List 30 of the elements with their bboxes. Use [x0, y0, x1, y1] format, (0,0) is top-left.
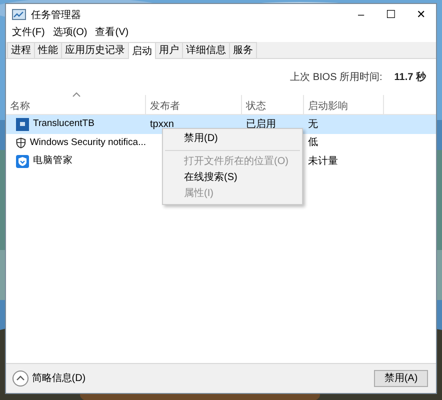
close-button[interactable]: ✕ — [406, 4, 436, 26]
bios-time-label: 上次 BIOS 所用时间: — [290, 70, 382, 85]
tab[interactable]: 进程 — [7, 42, 35, 58]
shield-icon — [16, 136, 26, 150]
table-cell: 电脑管家 — [33, 154, 73, 168]
app-icon — [12, 9, 26, 21]
menu-item[interactable]: 在线搜索(S) — [163, 170, 302, 186]
disable-button[interactable]: 禁用(A) — [374, 370, 428, 387]
table-cell: 低 — [308, 137, 318, 148]
collapse-icon[interactable] — [12, 370, 29, 387]
menu-item[interactable]: 查看(V) — [91, 26, 133, 40]
table-cell: 未计量 — [308, 156, 338, 167]
menu-item[interactable]: 选项(O) — [48, 26, 92, 40]
tab[interactable]: 服务 — [229, 42, 257, 58]
shield-icon — [16, 154, 29, 168]
table-cell: tpxxn — [150, 118, 174, 130]
table-cell: TranslucentTB — [33, 117, 94, 132]
app-icon — [16, 118, 29, 131]
window-title: 任务管理器 — [31, 8, 81, 22]
table-cell: 无 — [308, 118, 318, 130]
minimize-button[interactable]: – — [346, 4, 376, 26]
table-cell: 已启用 — [246, 118, 276, 130]
menu-item[interactable]: 禁用(D) — [163, 131, 302, 147]
bios-time-value: 11.7 秒 — [394, 70, 426, 85]
fewer-details-link[interactable]: 简略信息(D) — [32, 371, 86, 386]
menu-item[interactable]: 文件(F) — [8, 26, 49, 40]
maximize-button[interactable]: ☐ — [376, 4, 406, 26]
tab[interactable]: 启动 — [128, 42, 156, 59]
selected-row[interactable]: TranslucentTB tpxxn 已启用 无 — [6, 115, 436, 134]
table-cell: Windows Security notifica... — [30, 136, 146, 150]
